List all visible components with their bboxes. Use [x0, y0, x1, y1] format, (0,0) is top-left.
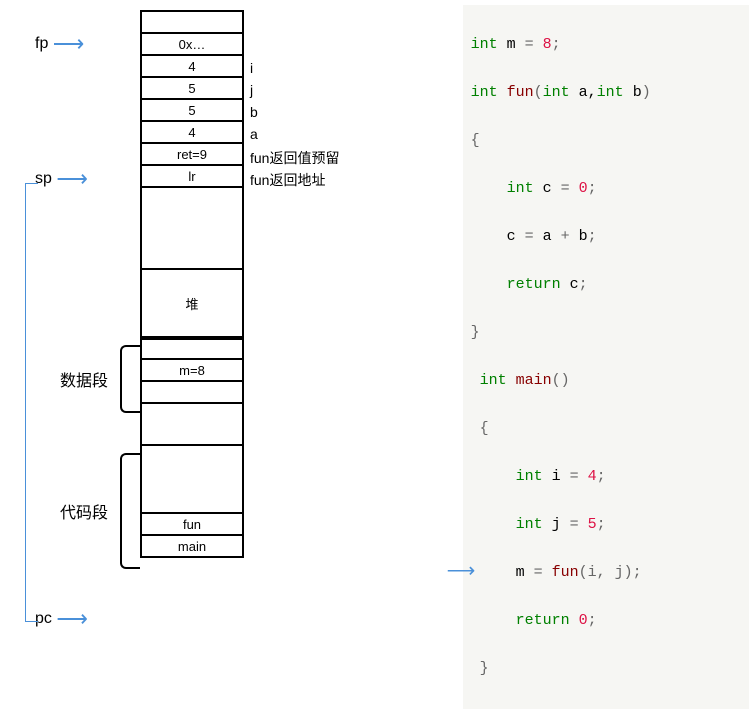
cell-m8: m=8	[142, 360, 242, 382]
code-line-7: }	[471, 321, 729, 345]
code-line-2: int fun(int a,int b)	[471, 81, 729, 105]
segment-data: 数据段	[60, 367, 108, 391]
pointer-pc: pc ⟶	[35, 610, 88, 628]
cell-0x: 0x…	[142, 34, 242, 56]
code-line-11: int j = 5;	[471, 513, 729, 537]
label-j: j	[250, 82, 253, 98]
memory-diagram: 0x… 4 5 5 4 ret=9 lr 堆 m=8 fun main i j …	[5, 5, 403, 655]
cell-lr: lr	[142, 166, 242, 188]
cell-data-blank1	[142, 338, 242, 360]
brace-code	[120, 453, 140, 569]
arrow-right-icon: ⟶	[56, 166, 88, 191]
cell-b: 5	[142, 100, 242, 122]
arrow-right-icon: ⟶	[53, 31, 85, 56]
label-i: i	[250, 60, 253, 76]
cell-ret: ret=9	[142, 144, 242, 166]
code-line-13: return 0;	[471, 609, 729, 633]
code-line-8: int main()	[471, 369, 729, 393]
code-line-10: int i = 4;	[471, 465, 729, 489]
pointer-fp: fp ⟶	[35, 35, 84, 53]
sp-pc-connector	[25, 183, 26, 621]
code-line-4: int c = 0;	[471, 177, 729, 201]
cell-j: 5	[142, 78, 242, 100]
cell-gap1	[142, 188, 242, 268]
cell-code-blank	[142, 444, 242, 514]
cell-main: main	[142, 536, 242, 558]
pointer-fp-text: fp	[35, 35, 48, 52]
cell-fun: fun	[142, 514, 242, 536]
code-line-14: }	[471, 657, 729, 681]
cell-i: 4	[142, 56, 242, 78]
cell-heap: 堆	[142, 268, 242, 338]
segment-code: 代码段	[60, 499, 108, 523]
code-line-3: {	[471, 129, 729, 153]
cell-a: 4	[142, 122, 242, 144]
label-a: a	[250, 126, 258, 142]
pointer-pc-text: pc	[35, 610, 52, 627]
label-retaddr: fun返回地址	[250, 170, 325, 190]
code-line-12: ⟶ m = fun(i, j);	[471, 561, 729, 585]
pointer-sp: sp ⟶	[35, 170, 88, 188]
arrow-right-icon: ⟶	[447, 561, 476, 585]
code-line-5: c = a + b;	[471, 225, 729, 249]
code-block: int m = 8; int fun(int a,int b) { int c …	[463, 5, 749, 709]
cell-blank-top	[142, 12, 242, 34]
code-line-9: {	[471, 417, 729, 441]
sp-connector-top	[25, 183, 38, 184]
arrow-right-icon: ⟶	[56, 606, 88, 631]
code-line-6: return c;	[471, 273, 729, 297]
cell-data-blank2	[142, 382, 242, 404]
code-line-1: int m = 8;	[471, 33, 729, 57]
label-ret-desc: fun返回值预留	[250, 148, 339, 168]
label-b: b	[250, 104, 258, 120]
pointer-sp-text: sp	[35, 170, 52, 187]
stack-column: 0x… 4 5 5 4 ret=9 lr 堆 m=8 fun main	[140, 10, 244, 558]
cell-gap2	[142, 404, 242, 444]
brace-data	[120, 345, 140, 413]
sp-connector-bot	[25, 621, 38, 622]
